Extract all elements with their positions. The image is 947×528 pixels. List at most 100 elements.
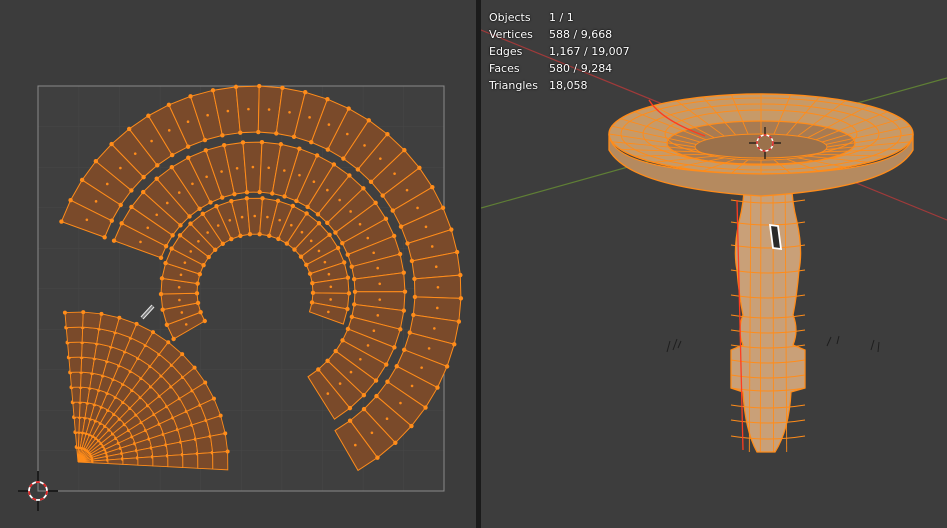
uv-face-dot: [267, 108, 271, 111]
uv-vertex: [109, 141, 114, 147]
uv-face-dot: [133, 152, 137, 155]
uv-vertex: [284, 241, 290, 246]
uv-vertex: [297, 146, 302, 151]
uv-face-dot: [349, 210, 352, 213]
statistics-overlay: Objects 1 / 1 Vertices 588 / 9,668 Edges…: [489, 9, 630, 94]
uv-vertex: [340, 338, 345, 343]
uv-face-dot: [420, 366, 423, 369]
uv-editor[interactable]: [0, 0, 476, 528]
uv-vertex: [187, 214, 192, 219]
uv-vertex: [383, 216, 389, 222]
uv-face-dot: [416, 206, 419, 210]
uv-vertex: [440, 205, 446, 211]
uv-fan-face: [195, 435, 214, 455]
uv-fan-vertex: [99, 311, 104, 316]
uv-face-dot: [290, 223, 293, 227]
uv-vertex: [298, 254, 304, 259]
uv-vertex: [274, 131, 279, 136]
uv-vertex: [270, 191, 275, 196]
uv-face-dot: [309, 239, 313, 243]
uv-face-dot: [300, 230, 304, 234]
uv-vertex: [412, 294, 418, 300]
uv-vertex: [163, 243, 169, 249]
uv-face-dot: [405, 188, 409, 192]
uv-face-dot: [183, 261, 187, 264]
uv-vertex: [141, 174, 146, 180]
3d-viewport[interactable]: Objects 1 / 1 Vertices 588 / 9,668 Edges…: [481, 0, 947, 528]
uv-vertex: [247, 232, 253, 237]
uv-face-dot: [399, 401, 402, 405]
uv-face-dot: [235, 166, 239, 170]
uv-vertex: [238, 233, 243, 239]
uv-vertex: [345, 275, 351, 280]
uv-vertex: [409, 423, 414, 429]
uv-face-dot: [247, 107, 250, 111]
uv-vertex: [366, 118, 371, 123]
uv-vertex: [257, 189, 262, 195]
uv-vertex: [397, 251, 403, 257]
stat-row-vertices: Vertices 588 / 9,668: [489, 26, 630, 43]
uv-vertex: [244, 190, 250, 195]
stat-value: 1 / 1: [549, 11, 574, 24]
uv-vertex: [68, 197, 73, 203]
uv-face-dot: [251, 165, 255, 169]
uv-vertex: [221, 143, 227, 148]
uv-vertex: [244, 196, 250, 201]
uv-vertex: [206, 254, 211, 260]
uv-canvas[interactable]: [0, 0, 476, 528]
uv-vertex: [185, 144, 191, 149]
uv-face-dot: [323, 260, 327, 264]
uv-face-dot: [430, 245, 434, 248]
stat-row-objects: Objects 1 / 1: [489, 9, 630, 26]
uv-vertex: [169, 246, 174, 251]
uv-vertex: [59, 219, 64, 224]
uv-vertex: [327, 232, 332, 237]
uv-face-dot: [346, 132, 349, 136]
uv-face-dot: [338, 382, 342, 385]
stat-row-faces: Faces 580 / 9,284: [489, 60, 630, 77]
uv-face-dot: [139, 240, 142, 244]
uv-vertex: [341, 156, 346, 161]
uv-face-dot: [150, 139, 153, 143]
uv-vertex: [305, 204, 310, 210]
uv-vertex: [188, 94, 193, 99]
uv-vertex: [316, 220, 322, 226]
uv-fan-face: [67, 341, 83, 358]
stem-column: [772, 164, 774, 453]
uv-vertex: [373, 378, 379, 383]
cap-inner-ring: [694, 133, 828, 161]
uv-fan-face: [72, 401, 81, 418]
blender-window: Objects 1 / 1 Vertices 588 / 9,668 Edges…: [0, 0, 947, 528]
uv-face-dot: [326, 188, 329, 192]
uv-face-dot: [363, 144, 366, 147]
uv-face-dot: [167, 129, 171, 132]
stat-value: 18,058: [549, 79, 588, 92]
uv-vertex: [129, 188, 134, 193]
uv-vertex: [352, 289, 358, 294]
uv-face-dot: [393, 172, 396, 175]
uv-vertex: [444, 364, 450, 369]
uv-vertex: [309, 300, 315, 305]
uv-vertex: [407, 330, 412, 335]
uv-face-dot: [329, 298, 332, 301]
uv-fan-face: [137, 456, 154, 467]
uv-vertex: [384, 362, 389, 367]
uv-vertex: [374, 393, 379, 399]
uv-vertex: [347, 418, 353, 423]
uv-face-dot: [349, 370, 353, 374]
uv-vertex: [349, 264, 354, 269]
uv-vertex: [347, 173, 352, 178]
uv-vertex: [275, 198, 281, 204]
uv-fan-face: [69, 371, 82, 388]
uv-vertex: [159, 276, 165, 281]
uv-vertex: [266, 233, 272, 238]
uv-fan-vertex: [62, 310, 67, 315]
uv-vertex: [232, 191, 237, 197]
uv-face-dot: [186, 120, 190, 123]
stat-label: Faces: [489, 62, 520, 75]
uv-face-dot: [376, 314, 380, 317]
uv-face-dot: [105, 182, 109, 186]
uv-vertex: [398, 327, 403, 332]
mushroom-mesh[interactable]: [608, 93, 914, 453]
uv-face-dot: [177, 286, 181, 289]
